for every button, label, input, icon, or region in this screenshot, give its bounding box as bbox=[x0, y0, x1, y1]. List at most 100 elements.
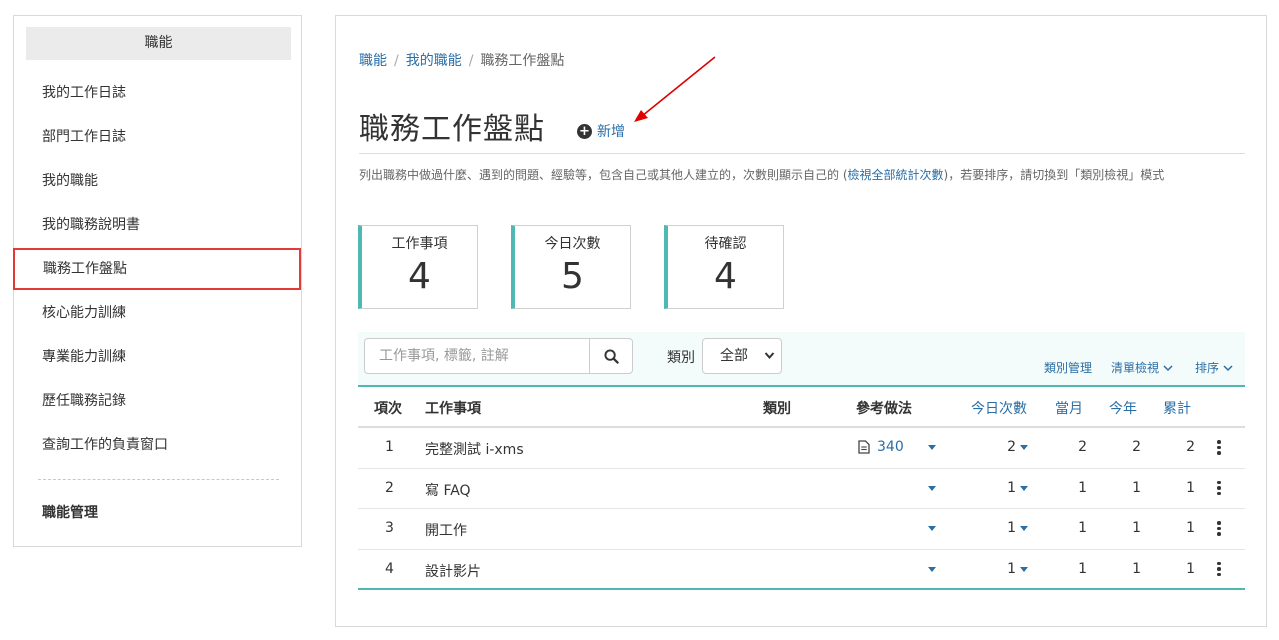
view-all-stats-link[interactable]: 檢視全部統計次數 bbox=[848, 168, 944, 182]
category-manage-link[interactable]: 類別管理 bbox=[1044, 359, 1092, 376]
kebab-menu-icon[interactable] bbox=[1217, 521, 1221, 538]
page-title: 職務工作盤點 bbox=[359, 112, 545, 147]
sidebar-item-dept-worklog[interactable]: 部門工作日誌 bbox=[14, 116, 301, 158]
sidebar-divider bbox=[38, 479, 279, 480]
description-text-tail: )，若要排序，請切換到「類別檢視」模式 bbox=[943, 168, 1165, 182]
stat-value: 4 bbox=[408, 256, 431, 297]
title-divider bbox=[359, 153, 1245, 154]
cell-today: 1 bbox=[1007, 479, 1016, 496]
table-row[interactable]: 1 完整測試 i-xms 340 2 2 2 2 bbox=[358, 428, 1245, 469]
main-panel: 職能 / 我的職能 / 職務工作盤點 職務工作盤點 + 新增 列出職務中做過什麼、遇到的… bbox=[335, 15, 1267, 627]
cell-month: 1 bbox=[1078, 479, 1087, 496]
kebab-menu-icon[interactable] bbox=[1217, 440, 1221, 457]
cell-item[interactable]: 設計影片 bbox=[425, 561, 481, 581]
sidebar-item-job-description[interactable]: 我的職務說明書 bbox=[14, 204, 301, 246]
cell-total: 1 bbox=[1186, 560, 1195, 577]
caret-down-icon[interactable] bbox=[1020, 566, 1028, 572]
cell-today: 1 bbox=[1007, 520, 1016, 536]
plus-circle-icon: + bbox=[577, 123, 592, 139]
list-view-label: 清單檢視 bbox=[1111, 361, 1160, 375]
breadcrumb-link-my-competency[interactable]: 我的職能 bbox=[406, 53, 462, 69]
caret-down-icon[interactable] bbox=[928, 566, 936, 572]
document-icon bbox=[858, 440, 870, 458]
col-header-item: 工作事項 bbox=[425, 401, 481, 417]
col-header-category: 類別 bbox=[763, 401, 791, 417]
add-button[interactable]: + 新增 bbox=[577, 121, 625, 141]
caret-down-icon[interactable] bbox=[1020, 485, 1028, 491]
cell-item[interactable]: 完整測試 i-xms bbox=[425, 439, 524, 459]
sort-label: 排序 bbox=[1195, 361, 1220, 375]
kebab-menu-icon[interactable] bbox=[1217, 561, 1221, 579]
cell-today: 2 bbox=[1007, 439, 1016, 455]
chevron-down-icon bbox=[764, 339, 775, 387]
stat-label: 今日次數 bbox=[544, 236, 601, 252]
cell-today: 1 bbox=[1007, 560, 1016, 577]
category-label: 類別 bbox=[667, 350, 695, 366]
breadcrumb-link-competency[interactable]: 職能 bbox=[359, 53, 387, 69]
stat-value: 5 bbox=[561, 256, 584, 297]
table-header: 項次 工作事項 類別 參考做法 今日次數 當月 今年 累計 bbox=[358, 385, 1245, 428]
stat-card-today-count: 今日次數 5 bbox=[511, 225, 631, 309]
add-label: 新增 bbox=[597, 124, 625, 140]
search-input[interactable] bbox=[365, 339, 591, 373]
sidebar-item-core-training[interactable]: 核心能力訓練 bbox=[14, 292, 301, 334]
stat-value: 4 bbox=[714, 256, 737, 297]
cell-month: 1 bbox=[1078, 520, 1087, 536]
sidebar-item-contact-lookup[interactable]: 查詢工作的負責窗口 bbox=[14, 424, 301, 466]
col-header-today[interactable]: 今日次數 bbox=[971, 398, 1027, 418]
caret-down-icon[interactable] bbox=[928, 445, 936, 450]
cell-year: 1 bbox=[1132, 560, 1141, 577]
col-header-reference: 參考做法 bbox=[856, 401, 912, 417]
cell-year: 1 bbox=[1132, 520, 1141, 536]
filter-toolbar: 類別 全部 類別管理 清單檢視 排序 bbox=[358, 332, 1245, 385]
sidebar-item-competency-admin[interactable]: 職能管理 bbox=[14, 492, 301, 534]
cell-no: 1 bbox=[385, 439, 394, 455]
caret-down-icon[interactable] bbox=[1020, 526, 1028, 531]
table-row[interactable]: 3 開工作 1 1 1 1 bbox=[358, 509, 1245, 550]
search-icon bbox=[603, 348, 619, 364]
cell-month: 2 bbox=[1078, 439, 1087, 455]
search-button[interactable] bbox=[589, 339, 632, 373]
col-header-month[interactable]: 當月 bbox=[1055, 398, 1083, 418]
cell-year: 1 bbox=[1132, 479, 1141, 496]
chevron-down-icon bbox=[1163, 365, 1173, 372]
cell-total: 1 bbox=[1186, 479, 1195, 496]
stat-card-pending: 待確認 4 bbox=[664, 225, 784, 309]
breadcrumb-separator: / bbox=[394, 53, 399, 69]
cell-month: 1 bbox=[1078, 560, 1087, 577]
search-box bbox=[364, 338, 633, 374]
sidebar-header: 職能 bbox=[26, 27, 291, 60]
col-header-total[interactable]: 累計 bbox=[1163, 398, 1191, 418]
caret-down-icon[interactable] bbox=[1020, 445, 1028, 450]
sidebar-item-my-worklog[interactable]: 我的工作日誌 bbox=[14, 72, 301, 114]
breadcrumb: 職能 / 我的職能 / 職務工作盤點 bbox=[359, 50, 564, 70]
cell-total: 1 bbox=[1186, 520, 1195, 536]
stat-label: 待確認 bbox=[704, 236, 747, 252]
caret-down-icon[interactable] bbox=[928, 526, 936, 531]
chevron-down-icon bbox=[1223, 365, 1233, 372]
sidebar: 職能 我的工作日誌 部門工作日誌 我的職能 我的職務說明書 職務工作盤點 核心能… bbox=[13, 15, 302, 547]
sidebar-item-job-history[interactable]: 歷任職務記錄 bbox=[14, 380, 301, 422]
caret-down-icon[interactable] bbox=[928, 485, 936, 491]
cell-item[interactable]: 寫 FAQ bbox=[425, 480, 471, 500]
category-select[interactable]: 全部 bbox=[702, 338, 782, 374]
cell-item[interactable]: 開工作 bbox=[425, 520, 467, 540]
cell-no: 4 bbox=[385, 560, 394, 577]
cell-no: 3 bbox=[385, 520, 394, 536]
col-header-year[interactable]: 今年 bbox=[1109, 398, 1137, 418]
table-row[interactable]: 2 寫 FAQ 1 1 1 1 bbox=[358, 469, 1245, 509]
sidebar-item-my-competency[interactable]: 我的職能 bbox=[14, 160, 301, 202]
list-view-dropdown[interactable]: 清單檢視 bbox=[1111, 359, 1173, 376]
table-row[interactable]: 4 設計影片 1 1 1 1 bbox=[358, 550, 1245, 590]
stat-card-work-items: 工作事項 4 bbox=[358, 225, 478, 309]
col-header-no: 項次 bbox=[374, 401, 402, 417]
sort-dropdown[interactable]: 排序 bbox=[1195, 359, 1233, 376]
category-selected: 全部 bbox=[720, 348, 748, 364]
cell-reference[interactable]: 340 bbox=[877, 439, 904, 455]
stat-label: 工作事項 bbox=[391, 236, 448, 252]
sidebar-item-job-inventory[interactable]: 職務工作盤點 bbox=[13, 248, 301, 290]
sidebar-item-pro-training[interactable]: 專業能力訓練 bbox=[14, 336, 301, 378]
cell-no: 2 bbox=[385, 479, 394, 496]
kebab-menu-icon[interactable] bbox=[1217, 480, 1221, 498]
breadcrumb-current: 職務工作盤點 bbox=[480, 53, 565, 69]
